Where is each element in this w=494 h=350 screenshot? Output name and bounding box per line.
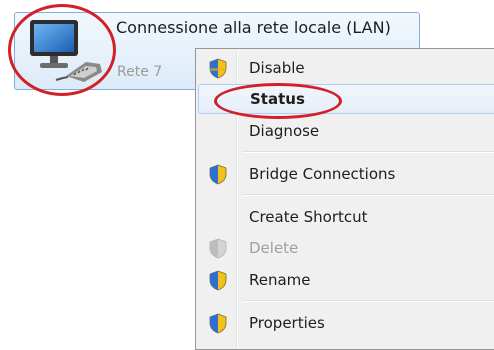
uac-shield-icon xyxy=(209,313,227,334)
menu-separator xyxy=(242,194,494,196)
menu-item-properties[interactable]: Properties xyxy=(198,308,494,338)
context-menu: Disable Status Diagnose Bridge Connectio… xyxy=(195,48,494,350)
menu-item-create-shortcut[interactable]: Create Shortcut xyxy=(198,202,494,232)
menu-item-label: Create Shortcut xyxy=(249,208,368,226)
menu-separator xyxy=(242,151,494,153)
menu-item-label: Status xyxy=(250,90,305,108)
menu-item-rename[interactable]: Rename xyxy=(198,265,494,295)
menu-item-label: Bridge Connections xyxy=(249,165,396,183)
uac-shield-icon xyxy=(209,164,227,185)
menu-item-status[interactable]: Status xyxy=(198,84,494,114)
menu-item-label: Properties xyxy=(249,314,325,332)
menu-item-disable[interactable]: Disable xyxy=(198,53,494,83)
menu-item-label: Rename xyxy=(249,271,311,289)
menu-item-diagnose[interactable]: Diagnose xyxy=(198,116,494,146)
uac-shield-icon xyxy=(209,238,227,259)
menu-separator xyxy=(242,300,494,302)
uac-shield-icon xyxy=(209,270,227,291)
menu-item-bridge-connections[interactable]: Bridge Connections xyxy=(198,159,494,189)
menu-item-delete: Delete xyxy=(198,233,494,263)
connection-network: Rete 7 xyxy=(117,64,163,80)
uac-shield-icon xyxy=(209,58,227,79)
network-adapter-icon xyxy=(30,20,102,82)
menu-item-label: Delete xyxy=(249,239,299,257)
connection-name: Connessione alla rete locale (LAN) xyxy=(116,18,391,37)
menu-item-label: Disable xyxy=(249,59,305,77)
menu-item-label: Diagnose xyxy=(249,122,320,140)
